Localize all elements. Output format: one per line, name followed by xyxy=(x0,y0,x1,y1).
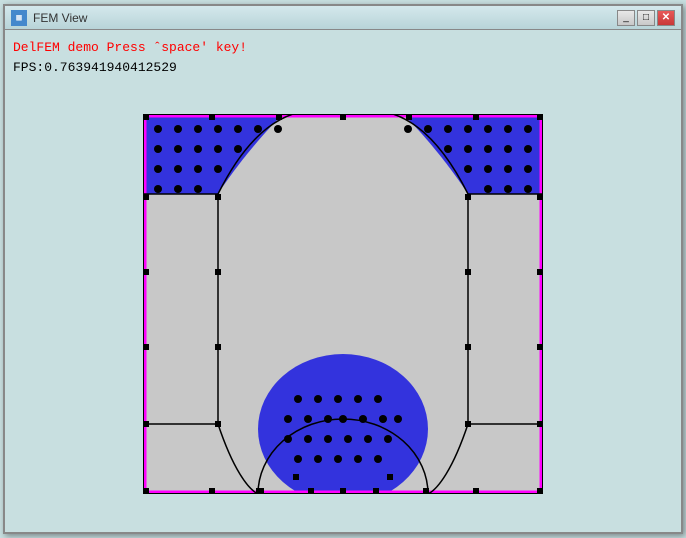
status-display: DelFEM demo Press ˆspace' key! FPS:0.763… xyxy=(13,38,673,77)
close-button[interactable]: ✕ xyxy=(657,10,675,26)
title-bar: ▦ FEM View _ □ ✕ xyxy=(5,6,681,30)
minimize-button[interactable]: _ xyxy=(617,10,635,26)
canvas-area xyxy=(13,83,673,524)
main-window: ▦ FEM View _ □ ✕ DelFEM demo Press ˆspac… xyxy=(3,4,683,534)
maximize-button[interactable]: □ xyxy=(637,10,655,26)
fem-svg xyxy=(143,114,543,494)
window-controls: _ □ ✕ xyxy=(617,10,675,26)
content-area: DelFEM demo Press ˆspace' key! FPS:0.763… xyxy=(5,30,681,532)
window-icon: ▦ xyxy=(11,10,27,26)
status-line1: DelFEM demo Press ˆspace' key! xyxy=(13,38,673,58)
window-title: FEM View xyxy=(33,11,617,25)
status-line2: FPS:0.763941940412529 xyxy=(13,58,673,78)
fem-visualization xyxy=(143,114,543,494)
